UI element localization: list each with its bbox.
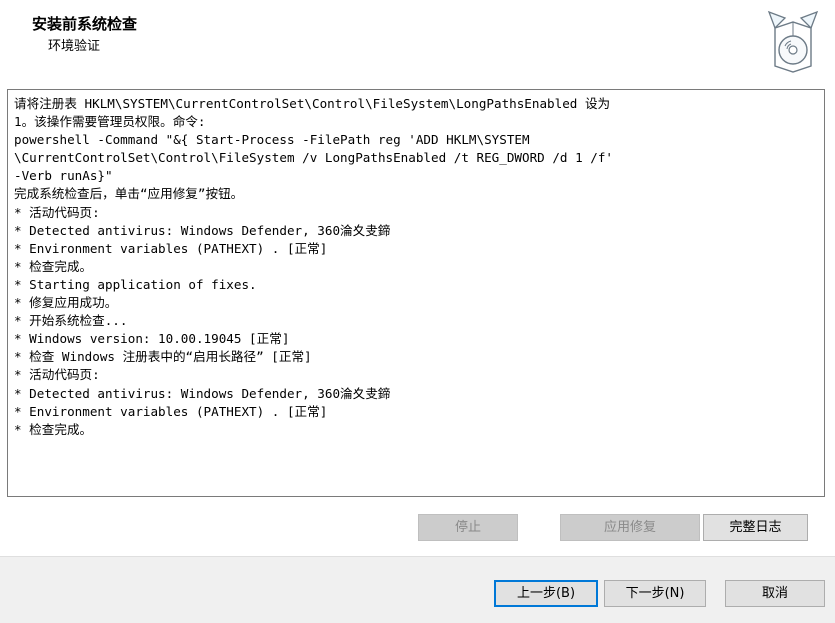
log-line: 请将注册表 HKLM\SYSTEM\CurrentControlSet\Cont… — [14, 96, 611, 111]
apply-fix-button[interactable]: 应用修复 — [560, 514, 700, 541]
log-output[interactable]: 请将注册表 HKLM\SYSTEM\CurrentControlSet\Cont… — [7, 89, 825, 497]
page-subtitle: 环境验证 — [48, 39, 101, 54]
log-line: * Environment variables (PATHEXT) . [正常] — [14, 240, 328, 256]
log-line: * Detected antivirus: Windows Defender, … — [14, 222, 391, 238]
install-box-cd-icon — [767, 10, 819, 73]
log-line: * Windows version: 10.00.19045 [正常] — [14, 331, 290, 347]
log-line: * Environment variables (PATHEXT) . [正常] — [14, 403, 328, 419]
log-line: * 开始系统检查... — [14, 313, 128, 329]
stop-button[interactable]: 停止 — [418, 514, 518, 541]
log-line: * 检查完成。 — [14, 421, 93, 437]
log-line: 1。该操作需要管理员权限。命令: — [14, 114, 206, 130]
log-line: * Detected antivirus: Windows Defender, … — [14, 385, 391, 401]
log-line: \CurrentControlSet\Control\FileSystem /v… — [14, 150, 613, 166]
log-line: powershell -Command "&{ Start-Process -F… — [14, 132, 530, 148]
next-button[interactable]: 下一步(N) — [604, 580, 706, 607]
back-button[interactable]: 上一步(B) — [494, 580, 598, 607]
log-line: * 检查 Windows 注册表中的“启用长路径” [正常] — [14, 349, 312, 365]
log-line: * 检查完成。 — [14, 258, 93, 274]
log-line: * 修复应用成功。 — [14, 295, 118, 311]
full-log-button[interactable]: 完整日志 — [703, 514, 808, 541]
cancel-button[interactable]: 取消 — [725, 580, 825, 607]
wizard-footer — [0, 556, 835, 623]
log-line: -Verb runAs}" — [14, 168, 113, 184]
log-line: 完成系统检查后，单击“应用修复”按钮。 — [14, 186, 244, 202]
log-line: * Starting application of fixes. — [14, 276, 257, 292]
log-line: * 活动代码页: — [14, 367, 100, 383]
page-title: 安装前系统检查 — [32, 15, 138, 33]
log-line: * 活动代码页: — [14, 204, 100, 220]
wizard-header: 安装前系统检查 环境验证 — [0, 0, 835, 86]
